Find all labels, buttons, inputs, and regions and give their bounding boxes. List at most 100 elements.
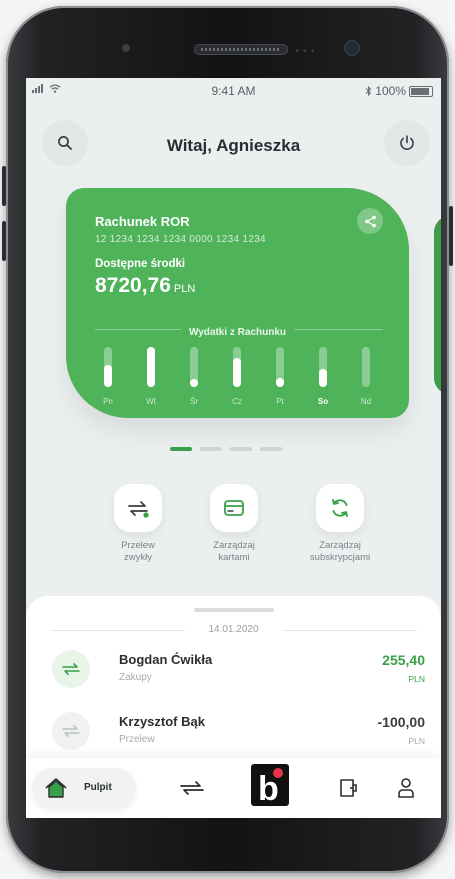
account-title: Rachunek ROR bbox=[95, 214, 190, 229]
transaction-category: Zakupy bbox=[119, 672, 152, 683]
earpiece-speaker bbox=[194, 44, 288, 55]
transaction-amount: 255,40 bbox=[382, 652, 425, 668]
expense-bar bbox=[233, 347, 241, 387]
refresh-icon bbox=[332, 499, 348, 517]
expense-day-label: So bbox=[317, 397, 329, 406]
expense-day-label: Cz bbox=[232, 397, 242, 406]
expense-day: So bbox=[302, 347, 344, 406]
account-number: 12 1234 1234 1234 0000 1234 1234 bbox=[95, 234, 266, 245]
nav-transfers[interactable] bbox=[176, 774, 208, 802]
phone-chin bbox=[26, 818, 441, 870]
pager-dot[interactable] bbox=[230, 447, 252, 451]
transaction-category: Przelew bbox=[119, 734, 155, 745]
available-funds-label: Dostępne środki bbox=[95, 258, 186, 270]
quick-action-label: Zarządzaj bbox=[213, 540, 255, 551]
pager-dot[interactable] bbox=[170, 447, 192, 451]
expense-bar bbox=[147, 347, 155, 387]
nav-home[interactable]: Pulpit bbox=[32, 768, 136, 808]
brand-button[interactable]: b bbox=[251, 764, 289, 808]
transaction-currency: PLN bbox=[408, 674, 425, 684]
expense-bar bbox=[276, 347, 284, 387]
expense-bar bbox=[104, 347, 112, 387]
profile-icon bbox=[398, 778, 414, 798]
status-bar: 9:41 AM 100% bbox=[26, 78, 441, 104]
nav-wallet[interactable] bbox=[332, 774, 364, 802]
expense-bar-fill bbox=[190, 379, 198, 387]
front-camera bbox=[346, 42, 358, 54]
battery-percent: 100% bbox=[375, 84, 406, 98]
account-card[interactable]: Rachunek ROR 12 1234 1234 1234 0000 1234… bbox=[66, 188, 409, 418]
transfer-icon bbox=[180, 781, 204, 795]
expense-day-label: Śr bbox=[190, 397, 198, 406]
expense-day: Nd bbox=[345, 347, 387, 406]
expense-day-label: Pt bbox=[276, 397, 284, 406]
next-card-peek[interactable] bbox=[434, 216, 441, 394]
brand-icon: b bbox=[258, 768, 283, 808]
quick-action-label: Przelew bbox=[121, 540, 155, 551]
pager-dot[interactable] bbox=[260, 447, 282, 451]
expense-bar bbox=[190, 347, 198, 387]
wallet-icon bbox=[340, 779, 357, 797]
expense-day-label: Nd bbox=[360, 397, 372, 406]
transaction-row[interactable]: Krzysztof Bąk Przelew -100,00 PLN bbox=[26, 706, 441, 762]
expense-day-label: Pn bbox=[103, 397, 113, 406]
expense-day: Pn bbox=[87, 347, 129, 406]
quick-action-label: Zarządzaj bbox=[319, 540, 361, 551]
expense-day: Pt bbox=[259, 347, 301, 406]
card-pager[interactable] bbox=[170, 447, 282, 451]
app-screen: 9:41 AM 100% Witaj, Agnieszka Rachunek R… bbox=[26, 78, 441, 818]
account-balance: 8720,76 PLN bbox=[95, 274, 195, 298]
home-icon bbox=[45, 778, 67, 798]
transaction-name: Krzysztof Bąk bbox=[119, 714, 205, 729]
expense-bar-fill bbox=[276, 378, 284, 387]
volume-down-button bbox=[2, 221, 6, 261]
expense-day: Cz bbox=[216, 347, 258, 406]
share-button[interactable] bbox=[357, 208, 383, 234]
transaction-row[interactable]: Bogdan Ćwikła Zakupy 255,40 PLN bbox=[26, 644, 441, 700]
quick-action-transfer[interactable]: Przelew zwykły bbox=[88, 484, 188, 564]
nav-profile[interactable] bbox=[390, 774, 422, 802]
transfer-icon bbox=[62, 725, 80, 737]
quick-action-subscriptions[interactable]: Zarządzaj subskrypcjami bbox=[290, 484, 390, 564]
volume-up-button bbox=[2, 166, 6, 206]
quick-action-cards[interactable]: Zarządzaj kartami bbox=[184, 484, 284, 564]
expense-bar-fill bbox=[319, 369, 327, 387]
transaction-name: Bogdan Ćwikła bbox=[119, 652, 213, 667]
quick-action-label: zwykły bbox=[124, 552, 152, 563]
transactions-date: 14.01.2020 bbox=[208, 624, 259, 635]
balance-currency: PLN bbox=[173, 283, 196, 295]
expense-bar-fill bbox=[233, 358, 241, 387]
card-icon bbox=[224, 500, 244, 516]
transfer-icon bbox=[128, 501, 149, 518]
expense-day-label: Wt bbox=[146, 397, 156, 406]
expenses-label: Wydatki z Rachunku bbox=[180, 327, 295, 338]
balance-value: 8720,76 bbox=[95, 274, 171, 297]
sensor-dots: ••• bbox=[294, 46, 318, 57]
drag-handle[interactable] bbox=[194, 608, 274, 612]
expense-bar-fill bbox=[104, 365, 112, 387]
quick-action-label: subskrypcjami bbox=[309, 552, 371, 563]
bluetooth-icon bbox=[365, 86, 372, 96]
logout-button[interactable] bbox=[384, 120, 430, 166]
greeting-title: Witaj, Agnieszka bbox=[166, 136, 301, 155]
expense-day: Wt bbox=[130, 347, 172, 406]
expense-day: Śr bbox=[173, 347, 215, 406]
quick-action-label: kartami bbox=[218, 552, 250, 563]
expense-bar bbox=[319, 347, 327, 387]
weekly-expenses-bars: Pn Wt Śr Cz Pt So Nd bbox=[87, 347, 387, 406]
nav-home-label: Pulpit bbox=[84, 782, 112, 793]
transaction-avatar bbox=[52, 650, 90, 688]
side-button bbox=[449, 206, 453, 266]
bottom-nav: Pulpit b bbox=[26, 758, 441, 818]
transaction-avatar bbox=[52, 712, 90, 750]
proximity-sensor bbox=[122, 44, 130, 52]
transaction-amount: -100,00 bbox=[377, 714, 425, 730]
transaction-currency: PLN bbox=[408, 736, 425, 746]
expense-bar-fill bbox=[147, 347, 155, 387]
phone-frame: ••• 9:41 AM 100% Witaj, Agnieszka Rachun… bbox=[2, 6, 453, 873]
transfer-icon bbox=[62, 663, 80, 675]
battery-icon bbox=[409, 85, 433, 97]
pager-dot[interactable] bbox=[200, 447, 222, 451]
expense-bar bbox=[362, 347, 370, 387]
power-icon bbox=[400, 135, 414, 150]
